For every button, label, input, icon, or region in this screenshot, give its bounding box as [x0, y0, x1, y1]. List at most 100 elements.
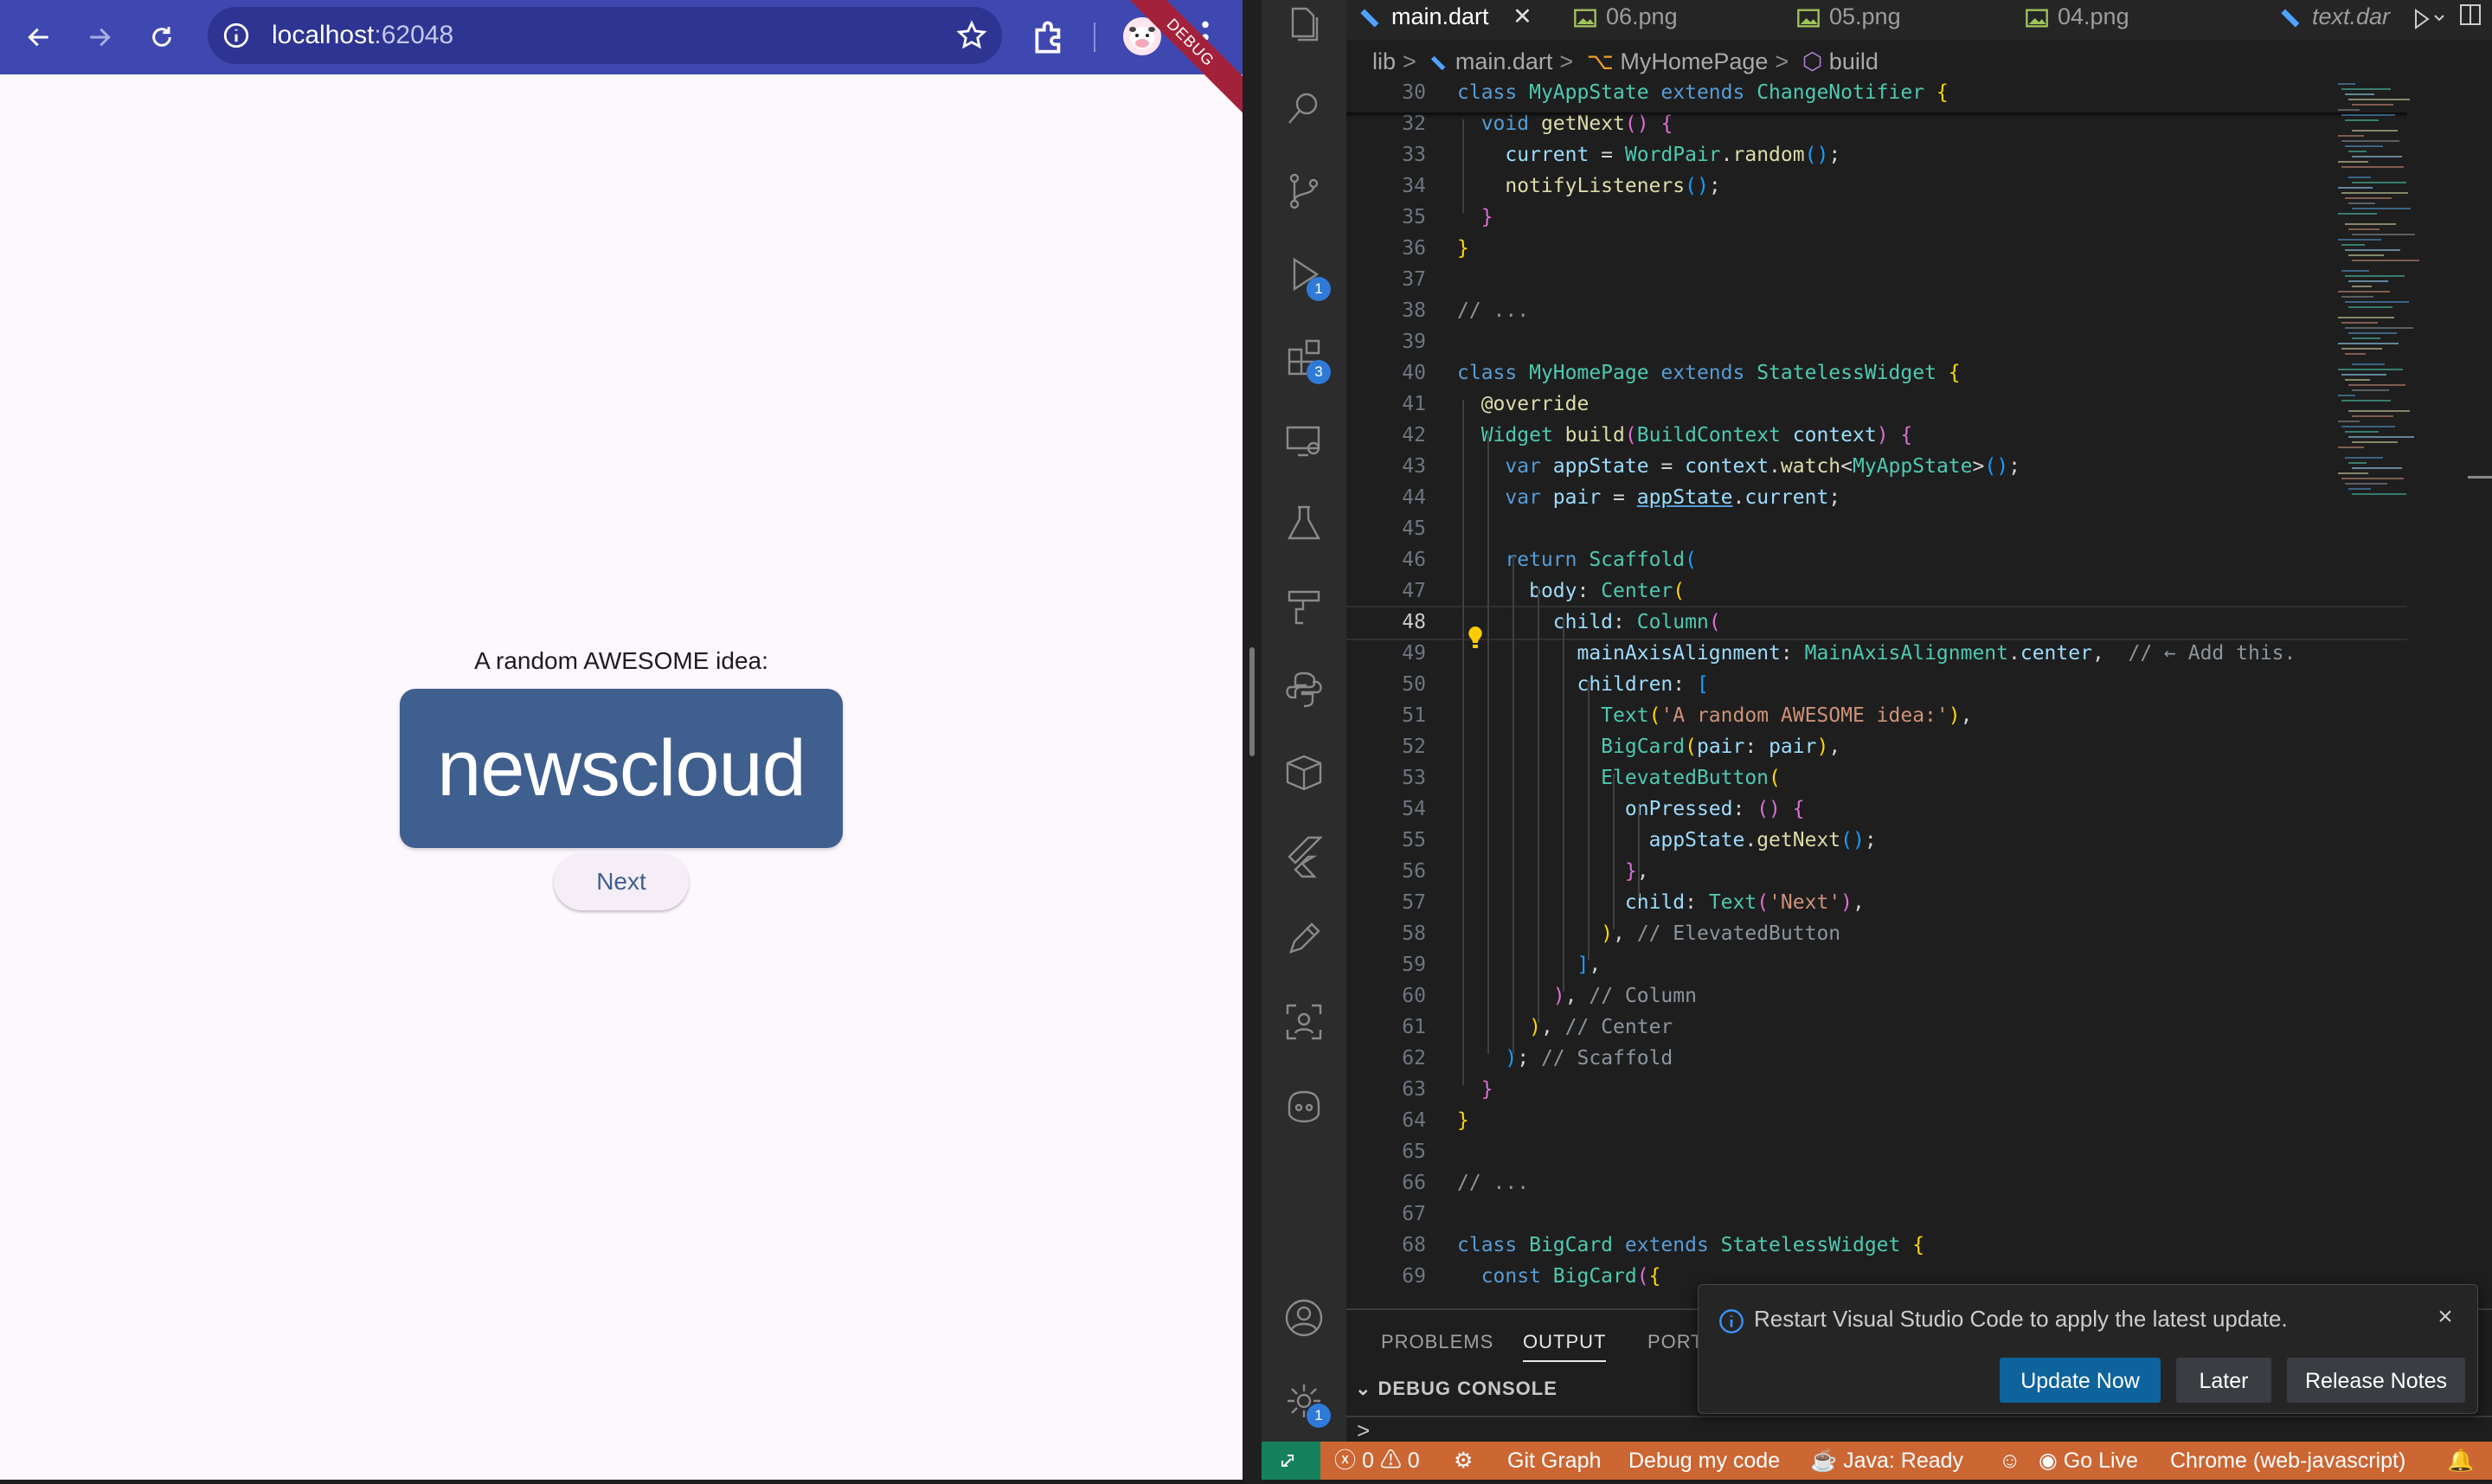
indent-guide: [1538, 587, 1539, 1023]
minimap-line: [2352, 337, 2380, 339]
explorer-button[interactable]: [1281, 2, 1327, 48]
tab-label: 05.png: [1829, 3, 1901, 29]
go-live-item[interactable]: ◉ Go Live: [2039, 1442, 2138, 1480]
remote-explorer-button[interactable]: [1281, 417, 1327, 464]
run-debug-button[interactable]: 1: [1281, 251, 1331, 301]
broadcast-icon: ◉: [2039, 1449, 2058, 1473]
star-icon[interactable]: [955, 19, 988, 52]
code-line: body: Center(: [1529, 580, 1686, 602]
flutter-inspector-button[interactable]: [1281, 583, 1327, 630]
reload-button[interactable]: [140, 16, 183, 59]
minimap-line: [2338, 369, 2403, 370]
run-dropdown-icon[interactable]: [2412, 5, 2447, 33]
accounts-button[interactable]: [1281, 1294, 1327, 1341]
extensions-icon[interactable]: [1028, 16, 1071, 59]
forward-button[interactable]: [78, 16, 121, 59]
line-number: 58: [1402, 922, 1426, 945]
info-icon[interactable]: [222, 21, 251, 50]
minimap-line: [2338, 446, 2364, 448]
code-editor[interactable]: 30 32 33 34 35 36 37 38 39 40 41 42 43 44 45 46 47 48 49 50…: [1346, 83, 2492, 1308]
python-button[interactable]: [1281, 666, 1327, 713]
tab-output[interactable]: OUTPUT: [1523, 1331, 1607, 1362]
line-number: 65: [1402, 1140, 1426, 1163]
debug-target-item[interactable]: Chrome (web-javascript): [2170, 1442, 2405, 1480]
manage-button[interactable]: 1: [1281, 1378, 1331, 1428]
flutter-button[interactable]: [1281, 832, 1327, 879]
copilot-button[interactable]: [1281, 1082, 1327, 1128]
minimap-line: [2352, 493, 2406, 495]
line-number: 39: [1402, 331, 1426, 353]
address-bar[interactable]: localhost:62048: [208, 7, 1002, 64]
browser-window: localhost:62048 A random AWESOME idea: n…: [0, 0, 1243, 1480]
source-control-button[interactable]: [1281, 168, 1327, 215]
git-graph-item[interactable]: Git Graph: [1507, 1442, 1601, 1480]
back-button[interactable]: [17, 16, 61, 59]
breadcrumb-item[interactable]: main.dart: [1455, 48, 1553, 74]
breadcrumb-item[interactable]: build: [1829, 48, 1879, 74]
bell-icon[interactable]: 🔔: [2447, 1442, 2474, 1480]
edit-button[interactable]: [1281, 915, 1327, 962]
editor-scrollbar[interactable]: [2468, 476, 2492, 479]
tab-05-png[interactable]: 05.png: [1796, 0, 1901, 40]
tab-main-dart[interactable]: main.dart ✕: [1358, 0, 1532, 40]
line-number: 69: [1402, 1265, 1426, 1288]
code-line: ), // Column: [1552, 985, 1697, 1007]
next-button[interactable]: Next: [554, 853, 689, 910]
breadcrumb-item[interactable]: MyHomePage: [1620, 48, 1768, 74]
tab-problems[interactable]: PROBLEMS: [1381, 1331, 1493, 1353]
split-handle[interactable]: [1249, 647, 1255, 756]
close-icon[interactable]: ×: [2432, 1304, 2458, 1330]
minimap-line: [2348, 177, 2371, 178]
code-line: ); // Scaffold: [1505, 1047, 1673, 1070]
code-line: ElevatedButton(: [1601, 767, 1781, 789]
class-symbol-icon: ⌥: [1586, 48, 1614, 74]
debug-console-prompt[interactable]: >: [1357, 1417, 1370, 1444]
debug-console-header[interactable]: ⌄ DEBUG CONSOLE: [1355, 1378, 1558, 1400]
tab-04-png[interactable]: 04.png: [2025, 0, 2129, 40]
breadcrumb: lib > main.dart > ⌥ MyHomePage > ⬡ build: [1372, 48, 1879, 74]
minimap[interactable]: [2335, 80, 2438, 512]
code-line: child: Text('Next'),: [1624, 891, 1865, 914]
dart-icon: [1431, 55, 1446, 71]
java-status[interactable]: ☕ Java: Ready: [1810, 1442, 1963, 1480]
minimap-line: [2352, 389, 2389, 391]
containers-button[interactable]: [1281, 749, 1327, 796]
problems-indicator[interactable]: ⓧ 0 ⚠ 0: [1334, 1442, 1420, 1480]
debug-config-item[interactable]: Debug my code: [1628, 1442, 1780, 1480]
arrow-right-icon: [90, 28, 111, 47]
line-number: 55: [1402, 829, 1426, 851]
line-number: 57: [1402, 891, 1426, 914]
scan-button[interactable]: [1281, 999, 1327, 1045]
remote-explorer-icon: [1286, 426, 1320, 457]
image-icon: [1797, 9, 1820, 28]
minimap-line: [2345, 93, 2374, 95]
close-icon[interactable]: ✕: [1513, 3, 1532, 29]
big-card: newscloud: [400, 689, 843, 848]
tab-text-dart[interactable]: text.dar: [2279, 0, 2390, 40]
release-notes-button[interactable]: Release Notes: [2287, 1358, 2465, 1403]
warning-count: 0: [1407, 1449, 1420, 1473]
split-editor-icon[interactable]: [2459, 3, 2482, 28]
copilot-status-icon[interactable]: ☺: [1999, 1442, 2021, 1480]
line-number: 33: [1402, 144, 1426, 166]
testing-button[interactable]: [1281, 500, 1327, 547]
remote-indicator[interactable]: [1262, 1442, 1320, 1480]
breadcrumb-item[interactable]: lib: [1372, 48, 1396, 74]
java-status-label: Java: Ready: [1843, 1449, 1964, 1473]
reload-icon: [152, 27, 171, 47]
extensions-view-button[interactable]: 3: [1281, 334, 1331, 384]
search-button[interactable]: [1281, 85, 1327, 132]
tab-06-png[interactable]: 06.png: [1573, 0, 1678, 40]
tab-ports[interactable]: PORT: [1647, 1331, 1704, 1353]
debug-toolbar-icon[interactable]: ⚙: [1454, 1442, 1473, 1480]
lightbulb-icon[interactable]: [1465, 625, 1486, 651]
later-button[interactable]: Later: [2176, 1358, 2271, 1403]
minimap-line: [2341, 244, 2365, 246]
minimap-line: [2338, 161, 2368, 163]
minimap-line: [2345, 327, 2413, 329]
code-line: onPressed: () {: [1624, 798, 1805, 820]
line-number: 68: [1402, 1234, 1426, 1256]
pencil-icon: [1289, 922, 1320, 954]
flask-icon: [1287, 505, 1321, 540]
update-now-button[interactable]: Update Now: [2000, 1358, 2161, 1403]
